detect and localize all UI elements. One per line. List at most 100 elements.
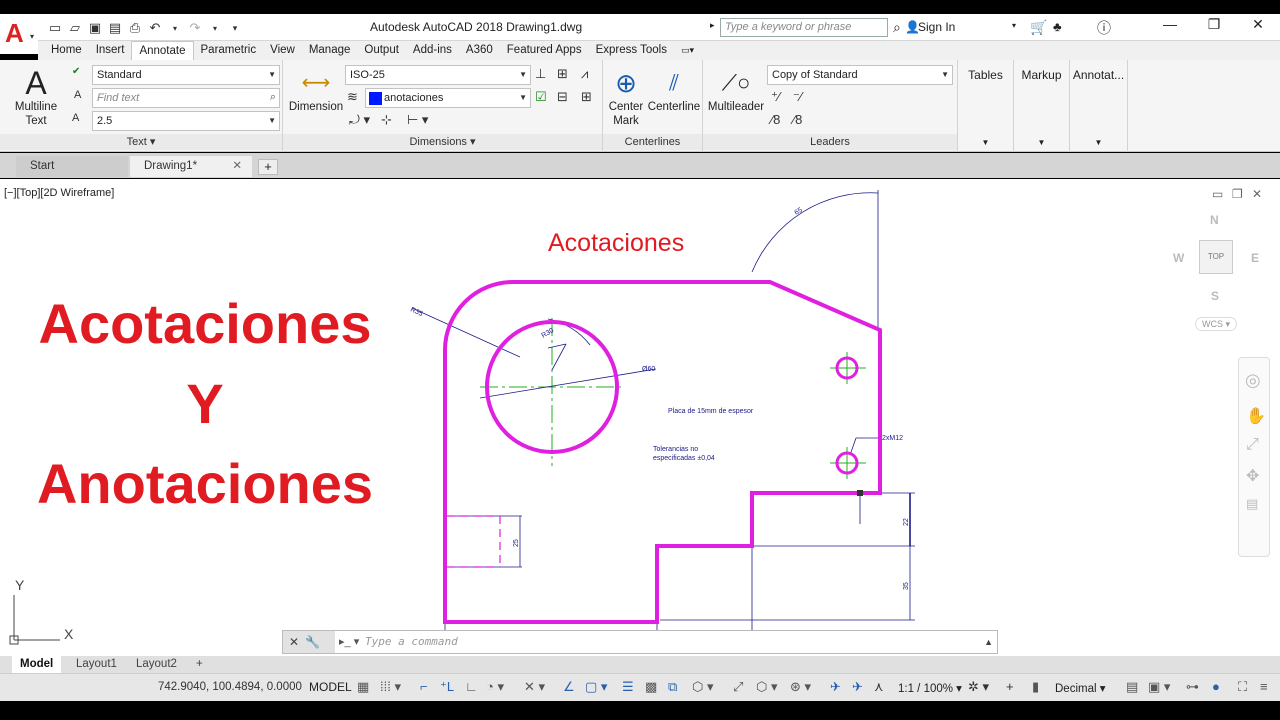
dimensions-panel-label[interactable]: Dimensions ▾ (283, 134, 602, 150)
annotation-scale-icon[interactable]: ⋏ (874, 679, 884, 695)
tab-a360[interactable]: A360 (459, 41, 500, 60)
multiline-text-button[interactable]: A Multiline Text (8, 66, 64, 128)
object-tracking-icon[interactable]: ∠ (563, 679, 575, 695)
model-space-button[interactable]: MODEL (309, 680, 352, 694)
find-text-input[interactable]: Find text ⌕ (92, 88, 280, 108)
viewport-close-icon[interactable]: ✕ (1252, 187, 1262, 201)
minimize-icon[interactable]: — (1150, 16, 1190, 32)
close-icon[interactable]: ✕ (1238, 16, 1278, 33)
text-height-select[interactable]: 2.5 ▼ (92, 111, 280, 131)
undo-icon[interactable]: ↶ (146, 19, 164, 37)
annotation-scaling-panel[interactable]: Annotat... ▼ (1070, 60, 1128, 152)
close-icon[interactable]: ✕ (232, 156, 242, 177)
viewcube-west[interactable]: W (1173, 251, 1184, 265)
multileader-button[interactable]: ⟋○ Multileader (705, 66, 767, 114)
tab-insert[interactable]: Insert (89, 41, 132, 60)
open-folder-icon[interactable]: ▱ (66, 19, 84, 37)
lock-ui-icon[interactable]: ▣ ▾ (1148, 679, 1170, 695)
collect-leaders-icon[interactable]: ⁄8 (793, 112, 802, 127)
grid-icon[interactable]: ▦ (357, 679, 369, 695)
dimension-layer-select[interactable]: anotaciones ▼ (365, 88, 531, 108)
annotation-visibility-icon[interactable]: ✈ (830, 679, 841, 695)
orbit-icon[interactable]: ✥ (1246, 466, 1259, 486)
help-icon[interactable]: ⓘ (1097, 18, 1111, 38)
binoculars-icon[interactable]: ⌕ (893, 19, 901, 36)
text-angle-icon[interactable]: ⊹ (381, 112, 392, 128)
ribbon-minimize-icon[interactable]: ▭▾ (674, 41, 701, 60)
doc-tab-drawing1[interactable]: Drawing1* ✕ (130, 156, 252, 177)
continue-dimension-icon[interactable]: ⊢ ▾ (407, 112, 428, 128)
snap-icon[interactable]: ⁞⁞⁞ ▾ (380, 679, 401, 695)
osnap-icon[interactable]: ▢ ▾ (585, 679, 607, 695)
transparency-icon[interactable]: ▩ (645, 679, 657, 695)
search-input[interactable]: Type a keyword or phrase (720, 18, 888, 37)
markup-panel[interactable]: Markup ▼ (1014, 60, 1070, 152)
viewport-restore-icon[interactable]: ❐ (1232, 187, 1243, 201)
layout-tab-model[interactable]: Model (12, 656, 62, 673)
restore-icon[interactable]: ❐ (1194, 16, 1234, 33)
cart-icon[interactable]: 🛒 (1030, 19, 1047, 36)
lineweight-icon[interactable]: ☰ (622, 679, 634, 695)
tab-annotate[interactable]: Annotate (131, 41, 194, 60)
ortho-icon[interactable]: ∟ (465, 679, 478, 694)
drawing-canvas[interactable]: [−][Top][2D Wireframe] R35 R30 Ø60 65 2x… (0, 179, 1280, 656)
inspect-icon[interactable]: ☑ (535, 89, 547, 105)
tab-featured-apps[interactable]: Featured Apps (500, 41, 589, 60)
tab-manage[interactable]: Manage (302, 41, 358, 60)
viewport-minimize-icon[interactable]: ▭ (1212, 187, 1223, 201)
search-expand-icon[interactable]: ▸ (710, 20, 715, 31)
exchange-icon[interactable]: ♣ (1053, 19, 1062, 34)
tab-parametric[interactable]: Parametric (194, 41, 264, 60)
oblique-icon[interactable]: ⤾ ▾ (349, 112, 370, 128)
isolate-icon[interactable]: ▮ (1032, 679, 1039, 695)
selection-cycling-icon[interactable]: ⧉ (668, 679, 677, 695)
grip-point[interactable] (857, 490, 863, 496)
steering-wheel-icon[interactable]: ◎ (1245, 370, 1261, 391)
tab-add-ins[interactable]: Add-ins (406, 41, 459, 60)
units-select[interactable]: Decimal ▾ (1055, 681, 1106, 695)
center-mark-button[interactable]: ⊕ Center Mark (605, 66, 647, 128)
viewcube-east[interactable]: E (1251, 251, 1259, 265)
redo-dropdown-icon[interactable]: ▾ (206, 19, 224, 37)
find-replace-icon[interactable]: ⌕ (270, 91, 276, 104)
dynamic-ucs-icon[interactable]: ⤢ (733, 679, 743, 695)
tab-view[interactable]: View (263, 41, 302, 60)
selection-filter-icon[interactable]: ⬡ ▾ (756, 679, 778, 695)
sign-in-button[interactable]: Sign In (918, 20, 955, 34)
layout-tab-layout2[interactable]: Layout2 (128, 656, 185, 673)
command-input[interactable]: Type a command (365, 635, 458, 648)
gizmo-icon[interactable]: ⊛ ▾ (790, 679, 811, 695)
text-panel-label[interactable]: Text ▾ (0, 134, 282, 150)
viewcube-north[interactable]: N (1210, 213, 1219, 227)
new-file-icon[interactable]: ▭ (46, 19, 64, 37)
tables-panel[interactable]: Tables ▼ (958, 60, 1014, 152)
infer-constraints-icon[interactable]: ⌐ (420, 679, 428, 694)
remove-leader-icon[interactable]: ⁻⁄ (793, 89, 802, 105)
tab-express-tools[interactable]: Express Tools (589, 41, 674, 60)
plus-icon[interactable]: + (1006, 679, 1014, 694)
pan-icon[interactable]: ✋ (1246, 406, 1266, 426)
customize-qat-icon[interactable]: ▾ (226, 19, 244, 37)
isodraft-icon[interactable]: ✕ ▾ (524, 679, 545, 695)
hardware-acceleration-icon[interactable]: ⊶ (1186, 679, 1199, 695)
3d-osnap-icon[interactable]: ⬡ ▾ (692, 679, 714, 695)
isolate-objects-icon[interactable]: ● (1212, 679, 1220, 694)
tab-output[interactable]: Output (357, 41, 406, 60)
layout-tab-layout1[interactable]: Layout1 (68, 656, 125, 673)
quick-properties-icon[interactable]: ▤ (1126, 679, 1138, 695)
wrench-icon[interactable]: 🔧 (305, 635, 320, 649)
redo-icon[interactable]: ↷ (186, 19, 204, 37)
break-icon[interactable]: ⩘ (581, 66, 588, 82)
viewcube-south[interactable]: S (1211, 289, 1219, 303)
print-icon[interactable]: ⎙ (126, 19, 144, 37)
dimension-style-select[interactable]: ISO-25 ▼ (345, 65, 531, 85)
application-menu-button[interactable]: A ▾ (0, 14, 38, 54)
centerline-button[interactable]: ⫽ Centerline (647, 66, 701, 114)
dimension-button[interactable]: ⟷ Dimension (287, 66, 345, 114)
multileader-style-select[interactable]: Copy of Standard ▼ (767, 65, 953, 85)
wcs-menu[interactable]: WCS ▾ (1195, 317, 1237, 331)
quick-dimension-icon[interactable]: ⊥ (535, 66, 546, 82)
dynamic-input-icon[interactable]: ⁺L (440, 679, 454, 695)
undo-dropdown-icon[interactable]: ▾ (166, 19, 184, 37)
add-leader-icon[interactable]: ⁺⁄ (771, 89, 780, 105)
